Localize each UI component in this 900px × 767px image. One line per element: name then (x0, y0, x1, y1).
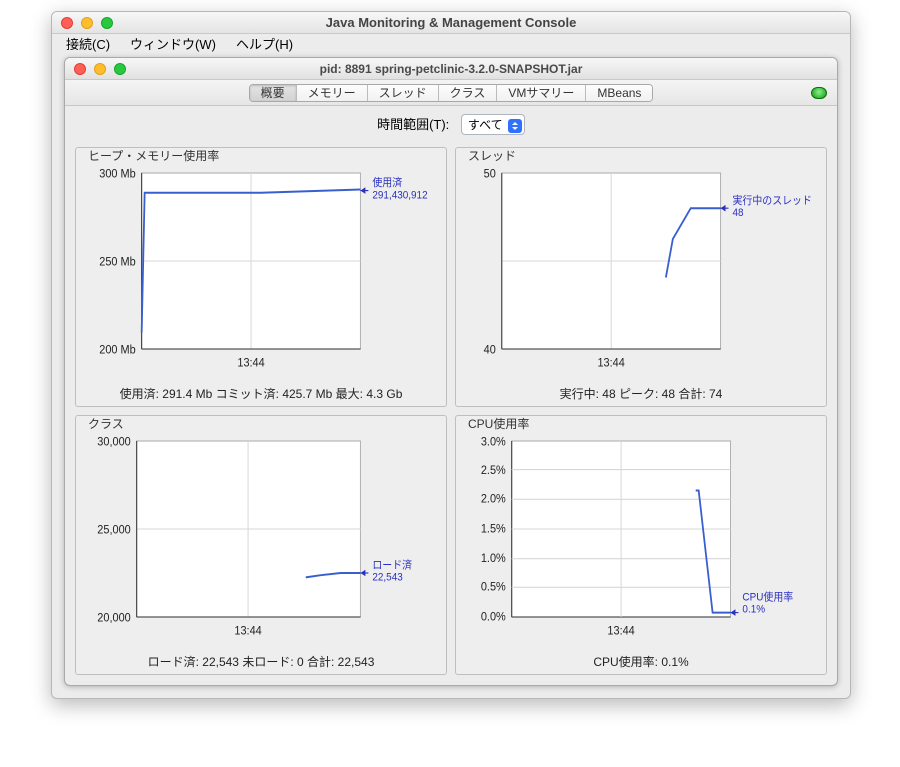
time-range-row: 時間範囲(T): すべて (65, 106, 837, 141)
svg-text:13:44: 13:44 (234, 625, 262, 638)
chart-heap: 300 Mb 250 Mb 200 Mb 13:44 使用済 291,430,9… (82, 162, 440, 382)
svg-text:2.0%: 2.0% (481, 493, 506, 506)
menu-window[interactable]: ウィンドウ(W) (120, 34, 226, 53)
chart-grid: ヒープ・メモリー使用率 300 Mb 250 Mb 200 Mb 13:44 使… (65, 141, 837, 685)
menubar: 接続(C) ウィンドウ(W) ヘルプ(H) (52, 34, 850, 53)
svg-text:40: 40 (484, 344, 496, 357)
panel-cpu-footer: CPU使用率: 0.1% (456, 653, 826, 670)
svg-text:1.0%: 1.0% (481, 553, 506, 566)
main-window: Java Monitoring & Management Console 接続(… (51, 11, 851, 699)
svg-text:50: 50 (484, 168, 496, 181)
svg-text:13:44: 13:44 (237, 357, 265, 370)
svg-text:CPU使用率: CPU使用率 (742, 590, 793, 604)
svg-text:13:44: 13:44 (607, 625, 635, 638)
outer-titlebar: Java Monitoring & Management Console (52, 12, 850, 34)
tabbar: 概要 メモリー スレッド クラス VMサマリー MBeans (65, 80, 837, 106)
panel-threads-footer: 実行中: 48 ピーク: 48 合計: 74 (456, 385, 826, 402)
chevron-updown-icon (508, 119, 522, 133)
inner-titlebar: pid: 8891 spring-petclinic-3.2.0-SNAPSHO… (65, 58, 837, 80)
tab-threads[interactable]: スレッド (368, 85, 439, 101)
menu-connection[interactable]: 接続(C) (56, 34, 120, 53)
chart-cpu: 3.0% 2.5% 2.0% 1.5% 1.0% 0.5% 0.0% 13:44… (462, 430, 820, 650)
svg-text:48: 48 (732, 208, 743, 220)
svg-text:0.1%: 0.1% (742, 604, 765, 616)
svg-text:0.0%: 0.0% (481, 611, 506, 624)
time-range-select[interactable]: すべて (461, 114, 525, 135)
svg-text:ロード済: ロード済 (372, 558, 412, 572)
panel-heap-footer: 使用済: 291.4 Mb コミット済: 425.7 Mb 最大: 4.3 Gb (76, 385, 446, 402)
svg-text:20,000: 20,000 (97, 612, 130, 625)
svg-text:0.5%: 0.5% (481, 581, 506, 594)
tab-classes[interactable]: クラス (439, 85, 498, 101)
svg-text:300 Mb: 300 Mb (99, 168, 135, 181)
panel-threads: スレッド 50 40 13:44 実行中のスレッド 48 (455, 147, 827, 407)
panel-classes: クラス 30,000 25,000 20,000 13:44 ロード済 (75, 415, 447, 675)
svg-text:200 Mb: 200 Mb (99, 344, 135, 357)
inner-window-title: pid: 8891 spring-petclinic-3.2.0-SNAPSHO… (65, 62, 837, 76)
svg-text:22,543: 22,543 (372, 572, 403, 584)
svg-text:3.0%: 3.0% (481, 436, 506, 449)
menu-help[interactable]: ヘルプ(H) (226, 34, 303, 53)
tab-overview[interactable]: 概要 (250, 85, 297, 101)
svg-text:25,000: 25,000 (97, 524, 130, 537)
svg-text:30,000: 30,000 (97, 436, 130, 449)
connection-status-icon (811, 87, 827, 99)
tab-vm[interactable]: VMサマリー (497, 85, 586, 101)
svg-text:実行中のスレッド: 実行中のスレッド (732, 193, 811, 207)
panel-classes-footer: ロード済: 22,543 未ロード: 0 合計: 22,543 (76, 653, 446, 670)
svg-text:291,430,912: 291,430,912 (372, 190, 427, 202)
svg-text:250 Mb: 250 Mb (99, 256, 135, 269)
svg-text:1.5%: 1.5% (481, 523, 506, 536)
tab-memory[interactable]: メモリー (297, 85, 368, 101)
panel-cpu: CPU使用率 3.0% 2.5% 2.0% (455, 415, 827, 675)
tab-group: 概要 メモリー スレッド クラス VMサマリー MBeans (249, 84, 654, 102)
outer-window-title: Java Monitoring & Management Console (52, 15, 850, 30)
svg-text:13:44: 13:44 (597, 357, 625, 370)
time-range-label: 時間範囲(T): (377, 117, 449, 132)
svg-text:使用済: 使用済 (372, 176, 402, 190)
panel-heap: ヒープ・メモリー使用率 300 Mb 250 Mb 200 Mb 13:44 使… (75, 147, 447, 407)
time-range-value: すべて (468, 118, 503, 132)
chart-threads: 50 40 13:44 実行中のスレッド 48 (462, 162, 820, 382)
inner-window: pid: 8891 spring-petclinic-3.2.0-SNAPSHO… (64, 57, 838, 686)
chart-classes: 30,000 25,000 20,000 13:44 ロード済 22,543 (82, 430, 440, 650)
tab-mbeans[interactable]: MBeans (586, 85, 652, 101)
svg-text:2.5%: 2.5% (481, 465, 506, 478)
